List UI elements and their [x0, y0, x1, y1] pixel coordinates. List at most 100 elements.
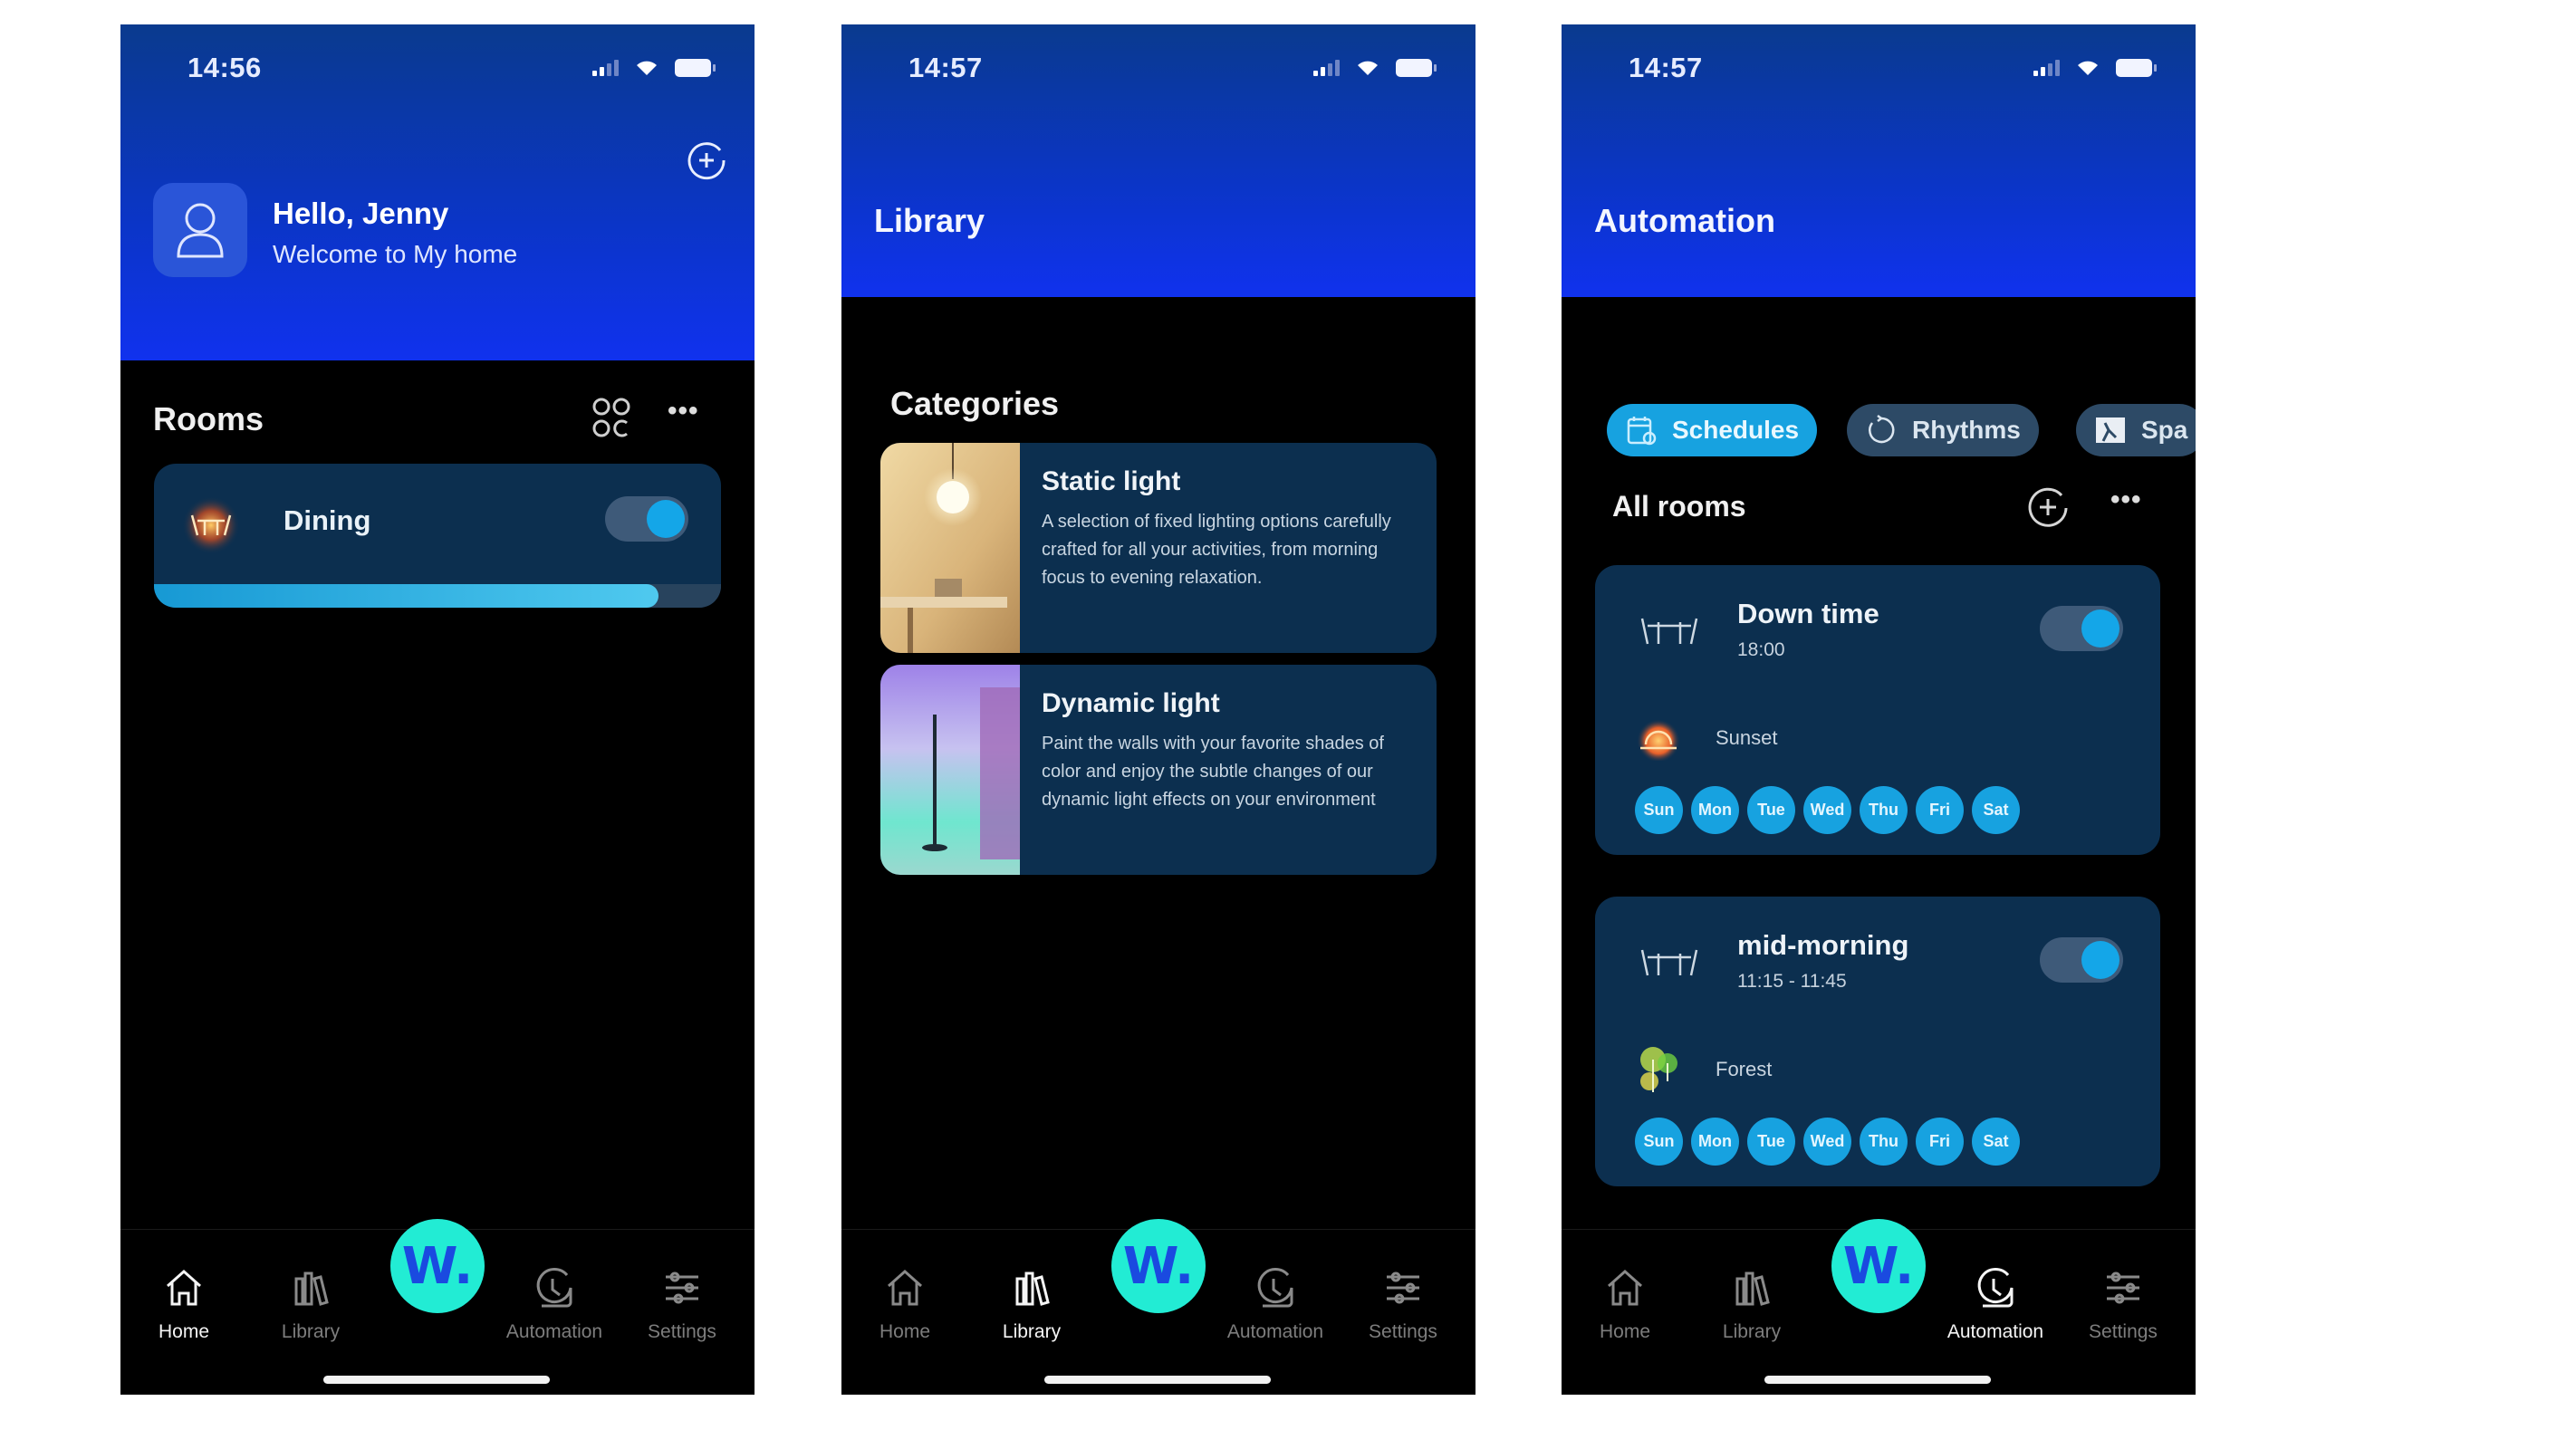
nav-automation-label: Automation [1226, 1321, 1324, 1342]
day-chip-mon[interactable]: Mon [1691, 786, 1739, 834]
status-time: 14:56 [187, 52, 262, 83]
day-chip-mon[interactable]: Mon [1691, 1118, 1739, 1166]
wiz-fab-button[interactable]: W. [390, 1219, 485, 1313]
signal-icon [592, 60, 619, 76]
category-card-dynamic-light[interactable]: Dynamic light Paint the walls with your … [880, 665, 1437, 875]
schedules-more-icon[interactable]: ••• [2110, 485, 2142, 515]
user-icon [177, 203, 224, 258]
nav-settings[interactable]: Settings [2069, 1266, 2177, 1343]
nav-settings-label: Settings [1369, 1321, 1437, 1342]
greeting-title: Hello, Jenny [273, 197, 449, 230]
day-chip-thu[interactable]: Thu [1860, 786, 1908, 834]
room-power-toggle[interactable] [605, 496, 688, 542]
day-chip-fri[interactable]: Fri [1916, 786, 1964, 834]
category-description: A selection of fixed lighting options ca… [1042, 512, 1391, 588]
day-chip-sun[interactable]: Sun [1635, 1118, 1683, 1166]
wiz-fab-button[interactable]: W. [1111, 1219, 1206, 1313]
nav-settings[interactable]: Settings [628, 1266, 736, 1343]
nav-home-label: Home [158, 1321, 210, 1342]
tab-spaces[interactable]: Spa [2076, 404, 2196, 456]
nav-library-label: Library [281, 1321, 341, 1342]
day-chip-sat[interactable]: Sat [1972, 786, 2020, 834]
day-chip-thu[interactable]: Thu [1860, 1118, 1908, 1166]
tab-schedules[interactable]: Schedules [1607, 404, 1818, 456]
bottom-nav: Home Library W. Automation Settings [120, 1219, 755, 1395]
schedule-toggle[interactable] [2040, 937, 2123, 983]
nav-home[interactable]: Home [130, 1266, 238, 1343]
home-icon [1608, 1269, 1642, 1306]
rooms-title: Rooms [153, 400, 264, 437]
forest-icon [1640, 1047, 1677, 1092]
grid-view-icon[interactable] [591, 396, 632, 439]
library-icon [294, 1271, 329, 1306]
tab-rhythms[interactable]: Rhythms [1847, 404, 2039, 456]
nav-library-label: Library [1722, 1321, 1782, 1342]
add-device-icon[interactable] [686, 139, 727, 181]
home-indicator [323, 1376, 550, 1384]
categories-title: Categories [890, 385, 1060, 422]
library-icon [1015, 1271, 1050, 1306]
nav-library-label: Library [1002, 1321, 1062, 1342]
automation-screen: 14:57 Automation Schedules Rhythms Spa A… [1562, 24, 2196, 1395]
home-icon [167, 1269, 201, 1306]
nav-home[interactable]: Home [1571, 1266, 1679, 1343]
add-schedule-icon[interactable] [2025, 485, 2071, 530]
home-icon [888, 1269, 922, 1306]
tab-label: Rhythms [1912, 416, 2021, 444]
room-card-dining[interactable]: Dining [154, 464, 721, 608]
day-chip-tue[interactable]: Tue [1747, 786, 1795, 834]
nav-automation-label: Automation [505, 1321, 603, 1342]
schedule-card-down-time[interactable]: Down time 18:00 Sunset Sun Mon Tue Wed Thu Fr… [1595, 565, 2160, 855]
day-chip-sun[interactable]: Sun [1635, 786, 1683, 834]
battery-icon [2116, 59, 2157, 77]
status-time: 14:57 [1629, 52, 1703, 83]
wiz-fab-button[interactable]: W. [1831, 1219, 1926, 1313]
category-card-static-light[interactable]: Static light A selection of fixed lighti… [880, 443, 1437, 653]
page-title: Automation [1594, 202, 1775, 239]
day-chip-sat[interactable]: Sat [1972, 1118, 2020, 1166]
category-description: Paint the walls with your favorite shade… [1042, 734, 1384, 810]
status-time: 14:57 [908, 52, 983, 83]
dining-table-icon [182, 496, 240, 554]
dynamic-light-image [880, 665, 1020, 875]
schedule-name: mid-morning [1737, 929, 1909, 961]
rooms-more-icon[interactable]: ••• [668, 396, 699, 427]
signal-icon [2033, 60, 2060, 76]
automation-clock-icon [1977, 1268, 2014, 1308]
space-icon [2096, 417, 2125, 443]
calendar-icon [1627, 417, 1657, 446]
home-screen: 14:56 Hello, Jenny Welcome to My home Ro… [120, 24, 755, 1395]
avatar[interactable] [153, 183, 247, 277]
day-chip-wed[interactable]: Wed [1803, 1118, 1851, 1166]
dining-table-icon [1640, 618, 1698, 645]
brightness-slider[interactable] [154, 584, 721, 608]
day-chip-tue[interactable]: Tue [1747, 1118, 1795, 1166]
automation-header: 14:57 Automation [1562, 24, 2196, 297]
schedule-scene: Forest [1716, 1058, 1773, 1080]
schedule-time: 11:15 - 11:45 [1737, 971, 1847, 992]
nav-library[interactable]: Library [1697, 1266, 1806, 1343]
day-chip-fri[interactable]: Fri [1916, 1118, 1964, 1166]
nav-library[interactable]: Library [977, 1266, 1086, 1343]
nav-library[interactable]: Library [256, 1266, 365, 1343]
schedule-card-mid-morning[interactable]: mid-morning 11:15 - 11:45 Forest Sun Mon T… [1595, 897, 2160, 1186]
home-header: 14:56 Hello, Jenny Welcome to My home [120, 24, 755, 360]
nav-home[interactable]: Home [851, 1266, 959, 1343]
signal-icon [1313, 60, 1340, 76]
nav-settings[interactable]: Settings [1349, 1266, 1457, 1343]
room-name: Dining [284, 504, 371, 536]
home-indicator [1044, 1376, 1271, 1384]
schedule-days: Sun Mon Tue Wed Thu Fri Sat [1635, 786, 2020, 834]
settings-sliders-icon [666, 1271, 698, 1304]
schedule-days: Sun Mon Tue Wed Thu Fri Sat [1635, 1118, 2020, 1166]
schedule-toggle[interactable] [2040, 606, 2123, 651]
wifi-icon [2078, 61, 2098, 75]
library-icon [1735, 1271, 1770, 1306]
all-rooms-title: All rooms [1612, 490, 1746, 523]
status-bar: 14:56 [120, 52, 755, 88]
nav-automation[interactable]: Automation [1221, 1266, 1330, 1343]
schedule-name: Down time [1737, 598, 1879, 629]
day-chip-wed[interactable]: Wed [1803, 786, 1851, 834]
nav-automation[interactable]: Automation [500, 1266, 609, 1343]
nav-automation[interactable]: Automation [1941, 1266, 2050, 1343]
